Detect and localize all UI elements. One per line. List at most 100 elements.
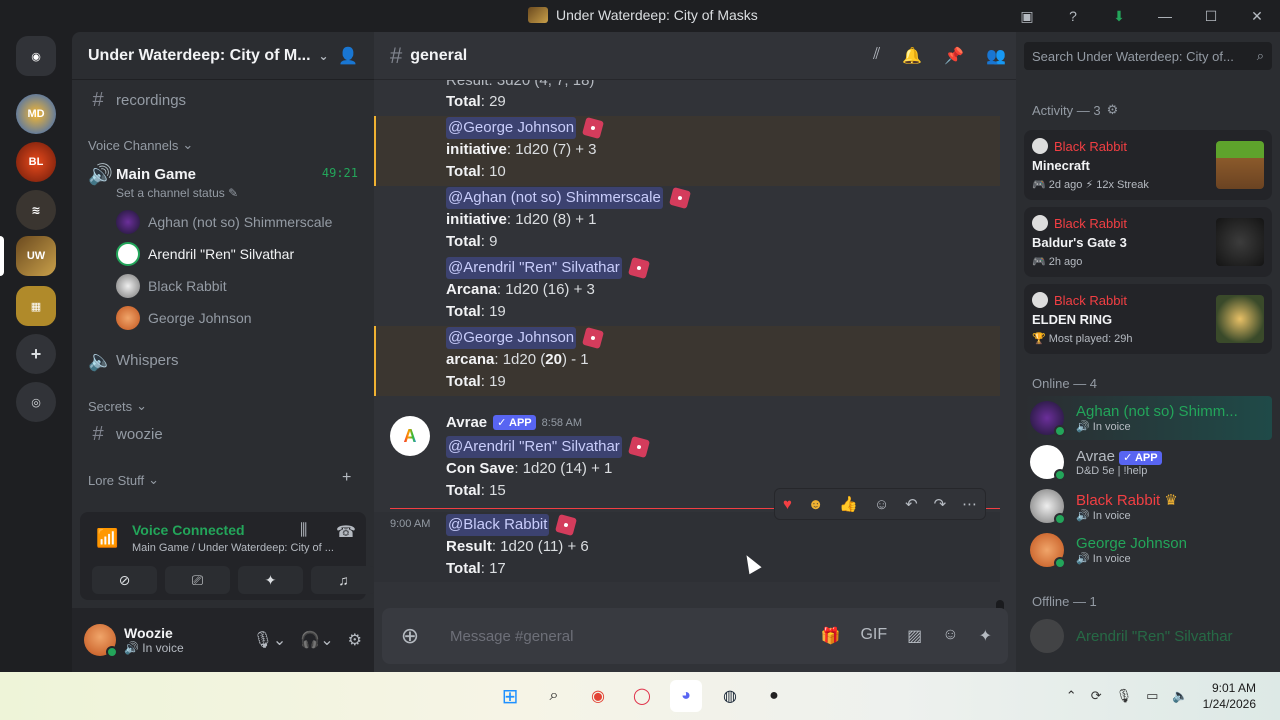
gear-icon[interactable]: ⚙ (348, 630, 362, 650)
close-button[interactable]: ✕ (1234, 0, 1280, 32)
network-icon[interactable]: ▭ (1146, 688, 1158, 704)
gear-icon[interactable]: ⚙ (1107, 102, 1119, 118)
channel-woozie[interactable]: # woozie (80, 418, 366, 450)
user-mention[interactable]: @Aghan (not so) Shimmerscale (446, 187, 663, 209)
help-icon[interactable]: ? (1050, 0, 1096, 32)
user-name[interactable]: Woozie (124, 625, 184, 641)
search-icon[interactable]: ⌕ (538, 680, 570, 712)
channel-status-hint[interactable]: Set a channel status ✎ (116, 186, 238, 200)
category-lore-stuff[interactable]: Lore Stuff ⌄ + (88, 469, 358, 488)
sync-icon[interactable]: ⟳ (1091, 688, 1102, 704)
discover-icon[interactable]: ◎ (16, 382, 56, 422)
category-secrets[interactable]: Secrets ⌄ (88, 398, 147, 414)
voice-connected-title[interactable]: Voice Connected (132, 522, 245, 538)
server-swirl[interactable]: ≋ (16, 190, 56, 230)
volume-icon[interactable]: 🔈 (1172, 688, 1188, 704)
member-name-text: Avrae (1076, 447, 1115, 465)
activities-button[interactable]: ✦ (238, 566, 303, 594)
microphone-icon[interactable]: 🎙 (1116, 688, 1133, 704)
chrome-icon[interactable]: ◉ (582, 680, 614, 712)
more-options-icon[interactable]: ⋯ (962, 495, 977, 513)
inbox-icon[interactable]: ▣ (1004, 0, 1050, 32)
maximize-button[interactable]: ☐ (1188, 0, 1234, 32)
voice-user[interactable]: Arendril "Ren" Silvathar (116, 240, 294, 268)
discord-home-icon[interactable]: ◉ (16, 36, 56, 76)
author-name[interactable]: Avrae (446, 414, 487, 431)
steam-icon[interactable]: ◍ (714, 680, 746, 712)
roll-expr: : 1d20 (11) + 6 (491, 538, 589, 555)
microphone-icon[interactable]: 🎙⌄ (253, 630, 287, 650)
chevron-up-icon[interactable]: ⌃ (1066, 688, 1077, 704)
voice-user[interactable]: Black Rabbit (116, 272, 227, 300)
invite-icon[interactable]: 👤 (338, 46, 358, 66)
reply-icon[interactable]: ↶ (905, 495, 918, 513)
category-label: Lore Stuff (88, 472, 145, 488)
server-under-waterdeep[interactable]: UW (16, 236, 56, 276)
search-input[interactable]: Search Under Waterdeep: City of... ⌕ (1024, 42, 1272, 70)
headphones-icon[interactable]: 🎧⌄ (300, 630, 333, 650)
member-item[interactable]: George Johnson 🔊 In voice (1024, 528, 1272, 572)
clock[interactable]: 9:01 AM 1/24/2026 (1203, 680, 1256, 712)
soundboard-button[interactable]: ♫ (311, 566, 374, 594)
download-icon[interactable]: ⬇ (1096, 0, 1142, 32)
member-item[interactable]: Aghan (not so) Shimm... 🔊 In voice (1024, 396, 1272, 440)
activity-card[interactable]: Black Rabbit ELDEN RING 🏆 Most played: 2… (1024, 284, 1272, 354)
minimize-button[interactable]: — (1142, 0, 1188, 32)
camera-off-button[interactable]: ⊘ (92, 566, 157, 594)
online-status-dot (106, 646, 118, 658)
dice-icon (582, 327, 605, 350)
heart-reaction-icon[interactable]: ♥ (783, 496, 792, 513)
user-mention[interactable]: @George Johnson (446, 327, 577, 349)
apps-icon[interactable]: ✦ (979, 626, 992, 646)
threads-icon[interactable]: ⫽ (873, 46, 880, 66)
user-mention[interactable]: @Black Rabbit (446, 514, 550, 536)
add-server-icon[interactable]: + (16, 334, 56, 374)
activity-card[interactable]: Black Rabbit Baldur's Gate 3 🎮 2h ago (1024, 207, 1272, 277)
voice-channel-whispers[interactable]: 🔈 Whispers (80, 344, 366, 376)
opera-icon[interactable]: ◯ (626, 680, 658, 712)
add-reaction-icon[interactable]: ☺ (874, 496, 889, 513)
signal-icon[interactable]: 📶 (96, 528, 118, 549)
category-voice-channels[interactable]: Voice Channels ⌄ (88, 137, 193, 153)
voice-user[interactable]: Aghan (not so) Shimmerscale (116, 208, 332, 236)
member-item[interactable]: Arendril "Ren" Silvathar (1024, 614, 1272, 658)
avatar[interactable] (84, 624, 118, 658)
user-mention[interactable]: @Arendril "Ren" Silvathar (446, 257, 622, 279)
noise-suppression-icon[interactable]: ⫼ (300, 522, 307, 540)
sticker-icon[interactable]: ▨ (907, 626, 922, 646)
hash-icon: # (92, 88, 104, 111)
disconnect-icon[interactable]: ☎ (336, 522, 356, 542)
server-folder[interactable]: ▦ (16, 286, 56, 326)
pin-icon[interactable]: 📌 (944, 46, 964, 66)
member-item[interactable]: Avrae ✓ APP D&D 5e | !help (1024, 440, 1272, 484)
activity-card[interactable]: Black Rabbit Minecraft 🎮 2d ago ⚡ 12x St… (1024, 130, 1272, 200)
voice-user-name: Aghan (not so) Shimmerscale (148, 214, 333, 230)
member-list-icon[interactable]: 👥 (986, 46, 1006, 66)
discord-icon[interactable]: ◕ (670, 680, 702, 712)
gift-icon[interactable]: 🎁 (821, 626, 841, 646)
channel-recordings[interactable]: # recordings (80, 84, 366, 116)
start-icon[interactable]: ⊞ (494, 680, 526, 712)
app-icon[interactable]: ● (758, 680, 790, 712)
voice-user[interactable]: George Johnson (116, 304, 252, 332)
salute-reaction-icon[interactable]: ☻ (808, 496, 824, 513)
server-bl[interactable]: BL (16, 142, 56, 182)
server-manifest-destiny[interactable]: MD (16, 94, 56, 134)
activity-header-text: Activity — 3 (1032, 102, 1101, 118)
voice-connected-sub[interactable]: Main Game / Under Waterdeep: City of ... (132, 542, 334, 554)
bell-icon[interactable]: 🔔 (902, 46, 922, 66)
server-header[interactable]: Under Waterdeep: City of M... ⌄ 👤 (72, 32, 374, 80)
gif-icon[interactable]: GIF (860, 626, 887, 646)
forward-icon[interactable]: ↷ (934, 495, 947, 513)
user-mention[interactable]: @Arendril "Ren" Silvathar (446, 436, 622, 458)
upload-plus-icon[interactable]: ⊕ (398, 623, 422, 648)
add-channel-icon[interactable]: + (342, 469, 351, 487)
message-input[interactable] (450, 627, 790, 645)
thumbs-up-reaction-icon[interactable]: 👍 (839, 495, 858, 513)
emoji-icon[interactable]: ☺ (942, 626, 958, 646)
member-item[interactable]: Black Rabbit ♛ 🔊 In voice (1024, 484, 1272, 528)
user-mention[interactable]: @George Johnson (446, 117, 577, 139)
avatar[interactable]: A (390, 416, 430, 456)
roll-expression: Arcana: 1d20 (16) + 3 (446, 279, 595, 301)
screen-share-button[interactable]: ⎚ (165, 566, 230, 594)
